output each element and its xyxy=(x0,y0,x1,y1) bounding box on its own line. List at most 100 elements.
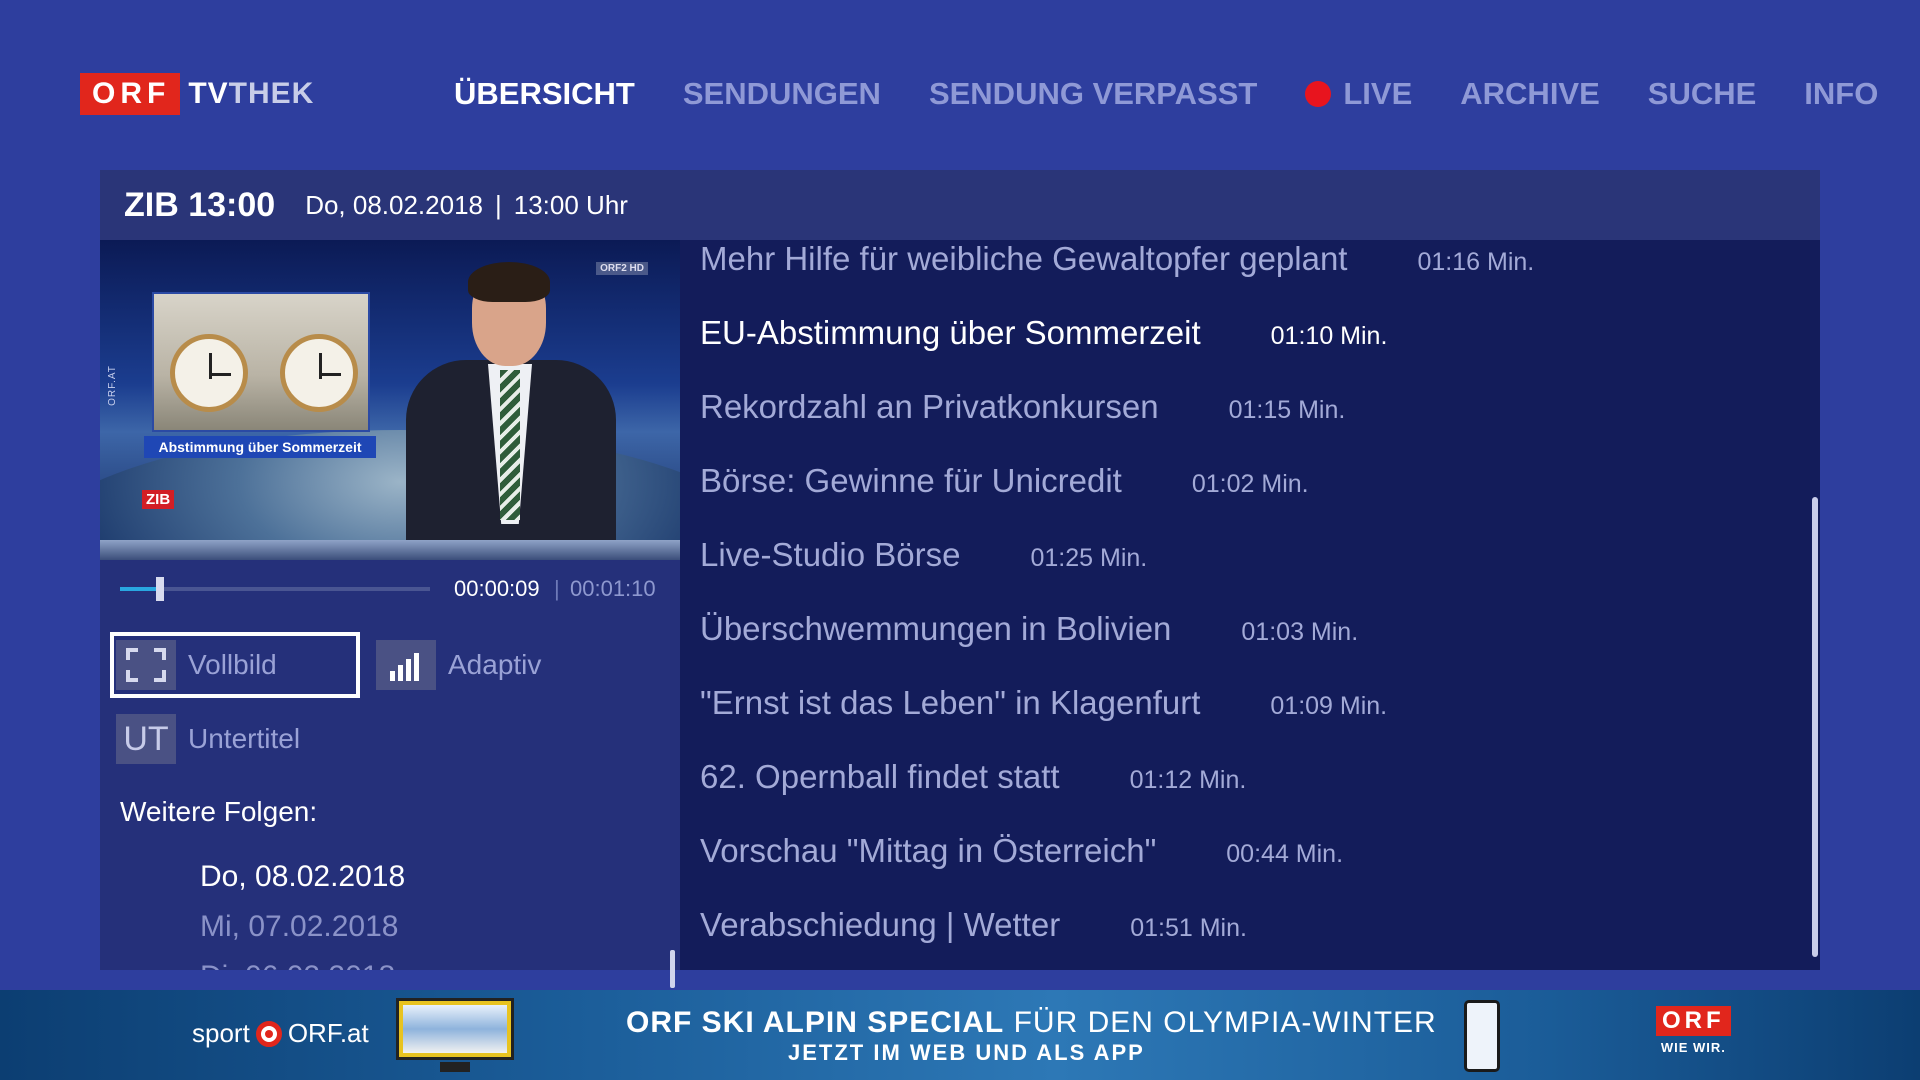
video-inset-image xyxy=(152,292,370,432)
chapter-duration: 01:16 Min. xyxy=(1417,248,1535,276)
nav-archive-label: ARCHIVE xyxy=(1460,76,1600,111)
nav-live-label: LIVE xyxy=(1343,76,1413,111)
nav-sendungen-label: SENDUNGEN xyxy=(682,76,881,111)
chapter-item[interactable]: Überschwemmungen in Bolivien 01:03 Min. xyxy=(700,610,1358,648)
tvthek-tv: TV xyxy=(188,77,229,110)
nav-info-label: INFO xyxy=(1804,76,1879,111)
episode-title: ZIB 13:00 xyxy=(124,185,276,224)
chapter-title: Verabschiedung | Wetter xyxy=(700,906,1061,943)
nav-archive[interactable]: ARCHIVE xyxy=(1460,76,1600,112)
live-dot-icon xyxy=(1305,81,1332,107)
sport-orf-logo: sport ORF.at xyxy=(192,1018,369,1049)
laptop-icon xyxy=(396,998,514,1060)
chapter-duration: 01:51 Min. xyxy=(1130,914,1247,942)
orf-wie-wir-logo: ORF WIE WIR. xyxy=(1656,1006,1731,1055)
subtitles-label: Untertitel xyxy=(188,723,301,754)
more-episodes-heading: Weitere Folgen: xyxy=(120,796,318,827)
episode-title-bar: ZIB 13:00 Do, 08.02.2018 | 13:00 Uhr xyxy=(100,170,1820,240)
nav-uebersicht[interactable]: ÜBERSICHT xyxy=(454,76,635,112)
episode-date-item[interactable]: Do, 08.02.2018 xyxy=(200,860,405,894)
banner-headline-bold: ORF SKI ALPIN SPECIAL xyxy=(626,1006,1005,1039)
signal-bars-icon xyxy=(376,640,436,690)
zib-logo: ZIB xyxy=(142,490,175,509)
fullscreen-button[interactable]: Vollbild xyxy=(110,632,360,698)
chapter-item[interactable]: Verabschiedung | Wetter 01:51 Min. xyxy=(700,906,1247,944)
video-lower-third: Abstimmung über Sommerzeit xyxy=(144,436,376,458)
chapter-title: Mehr Hilfe für weibliche Gewaltopfer gep… xyxy=(700,240,1348,277)
chapter-duration: 01:12 Min. xyxy=(1129,766,1247,794)
episode-date: Do, 08.02.2018 xyxy=(305,189,483,220)
episode-date-item[interactable]: Di, 06.02.2018 xyxy=(200,960,395,970)
progress-bar[interactable] xyxy=(120,577,430,601)
orf-red-logo: ORF xyxy=(1656,1006,1731,1036)
nav-info[interactable]: INFO xyxy=(1804,76,1878,112)
subtitles-button[interactable]: UT Untertitel xyxy=(116,714,300,764)
subtitles-icon: UT xyxy=(116,714,176,764)
progress-handle[interactable] xyxy=(156,577,165,601)
chapter-title: Rekordzahl an Privatkonkursen xyxy=(700,388,1159,425)
laptop-screen xyxy=(403,1005,507,1053)
chapter-title: EU-Abstimmung über Sommerzeit xyxy=(700,314,1201,351)
nav-live[interactable]: LIVE xyxy=(1305,76,1412,112)
nav-sendung-verpasst-label: SENDUNG VERPASST xyxy=(928,76,1258,111)
adaptive-label: Adaptiv xyxy=(448,649,542,680)
episode-time: 13:00 Uhr xyxy=(513,189,628,220)
orf-tvthek-logo[interactable]: ORF TVTHEK xyxy=(80,73,314,115)
target-icon xyxy=(255,1020,282,1047)
nav-uebersicht-label: ÜBERSICHT xyxy=(454,76,635,111)
presenter-tie xyxy=(500,370,520,520)
current-time: 00:00:09 xyxy=(454,576,540,601)
chapter-duration: 01:25 Min. xyxy=(1030,544,1148,572)
nav-sendung-verpasst[interactable]: SENDUNG VERPASST xyxy=(929,76,1257,112)
alarm-clock-icon xyxy=(170,334,248,412)
chapter-item[interactable]: Vorschau "Mittag in Österreich" 00:44 Mi… xyxy=(700,832,1343,870)
tvthek-thek: THEK xyxy=(228,77,315,110)
orf-slogan: WIE WIR. xyxy=(1660,1040,1726,1055)
chapter-item[interactable]: "Ernst ist das Leben" in Klagenfurt 01:0… xyxy=(700,684,1387,722)
laptop-stand xyxy=(440,1062,470,1072)
chapter-duration: 01:15 Min. xyxy=(1228,396,1346,424)
chapter-item[interactable]: 62. Opernball findet statt 01:12 Min. xyxy=(700,758,1246,796)
chapter-scrollbar[interactable] xyxy=(1812,497,1818,957)
time-separator: | xyxy=(554,576,560,601)
fullscreen-label: Vollbild xyxy=(188,649,277,680)
chapter-duration: 01:03 Min. xyxy=(1241,618,1359,646)
chapter-title: 62. Opernball findet statt xyxy=(700,758,1060,795)
presenter-hair xyxy=(468,262,550,302)
adaptive-quality-button[interactable]: Adaptiv xyxy=(376,640,541,690)
chapter-duration: 01:02 Min. xyxy=(1191,470,1309,498)
orf-logo-box: ORF xyxy=(80,73,181,115)
chapter-duration: 01:10 Min. xyxy=(1270,322,1388,350)
chapter-item[interactable]: EU-Abstimmung über Sommerzeit 01:10 Min. xyxy=(700,314,1387,352)
episode-meta: Do, 08.02.2018 | 13:00 Uhr xyxy=(305,190,628,221)
total-time: 00:01:10 xyxy=(570,576,656,601)
chapter-duration: 00:44 Min. xyxy=(1226,840,1344,868)
alarm-clock-icon xyxy=(280,334,358,412)
sport-logo-suffix: ORF.at xyxy=(287,1018,369,1048)
nav-sendungen[interactable]: SENDUNGEN xyxy=(683,76,881,112)
video-player[interactable]: Abstimmung über Sommerzeit ZIB ORF.AT OR… xyxy=(100,240,680,560)
promo-banner[interactable]: sport ORF.at ORF SKI ALPIN SPECIAL FÜR D… xyxy=(0,990,1920,1080)
chapter-item[interactable]: Börse: Gewinne für Unicredit 01:02 Min. xyxy=(700,462,1309,500)
nav-suche[interactable]: SUCHE xyxy=(1648,76,1757,112)
chapter-duration: 01:09 Min. xyxy=(1270,692,1388,720)
chapter-item[interactable]: Rekordzahl an Privatkonkursen 01:15 Min. xyxy=(700,388,1345,426)
subtitles-icon-text: UT xyxy=(123,719,169,758)
episode-date-item[interactable]: Mi, 07.02.2018 xyxy=(200,910,398,944)
sport-logo-prefix: sport xyxy=(192,1018,250,1048)
chapter-title: Vorschau "Mittag in Österreich" xyxy=(700,832,1157,869)
progress-fill xyxy=(120,587,161,591)
chapter-item[interactable]: Mehr Hilfe für weibliche Gewaltopfer gep… xyxy=(700,240,1534,278)
main-navigation: ÜBERSICHT SENDUNGEN SENDUNG VERPASST LIV… xyxy=(454,76,1920,112)
episode-panel: ZIB 13:00 Do, 08.02.2018 | 13:00 Uhr Absti… xyxy=(100,170,1820,988)
chapter-item[interactable]: Live-Studio Börse 01:25 Min. xyxy=(700,536,1147,574)
banner-subline: JETZT IM WEB UND ALS APP xyxy=(788,1040,1145,1065)
smartphone-icon xyxy=(1464,1000,1500,1072)
video-side-text: ORF.AT xyxy=(106,365,118,406)
banner-headline: ORF SKI ALPIN SPECIAL FÜR DEN OLYMPIA-WI… xyxy=(626,1006,1437,1040)
chapter-title: "Ernst ist das Leben" in Klagenfurt xyxy=(700,684,1201,721)
chapter-title: Live-Studio Börse xyxy=(700,536,961,573)
episode-meta-separator: | xyxy=(495,189,502,220)
episodes-scrollbar[interactable] xyxy=(670,950,675,988)
news-desk xyxy=(100,540,680,560)
